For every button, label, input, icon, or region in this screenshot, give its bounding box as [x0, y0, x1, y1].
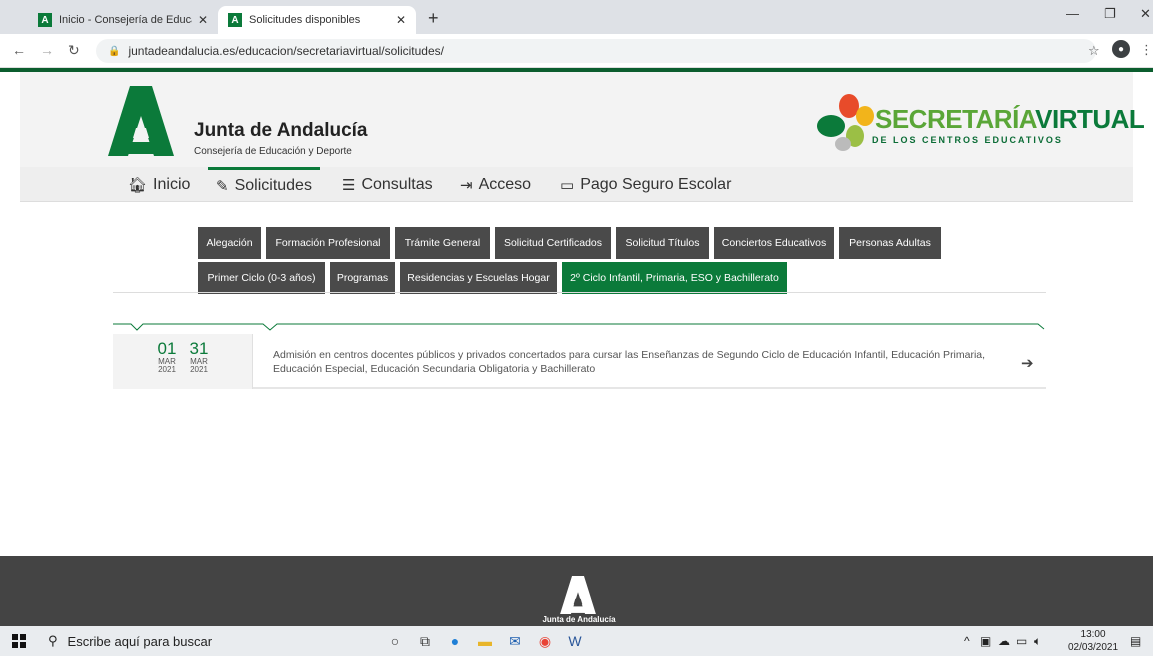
new-tab-icon[interactable]: +	[428, 8, 439, 29]
tab-title: Inicio - Consejería de Educación y	[59, 14, 192, 26]
category-conciertos-educativos[interactable]: Conciertos Educativos	[714, 227, 834, 259]
word-icon[interactable]: W	[566, 632, 584, 650]
reload-icon[interactable]: ↻	[68, 42, 80, 59]
url-input[interactable]: 🔒 juntadeandalucia.es/educacion/secretar…	[96, 39, 1096, 63]
entry-description[interactable]: Admisión en centros docentes públicos y …	[273, 348, 1013, 376]
search-placeholder: Escribe aquí para buscar	[67, 633, 213, 649]
tab-title: Solicitudes disponibles	[249, 14, 361, 26]
close-tab-icon[interactable]: ✕	[198, 13, 208, 27]
category-segundo-ciclo-active[interactable]: 2º Ciclo Infantil, Primaria, ESO y Bachi…	[562, 262, 787, 294]
close-window-icon[interactable]: ✕	[1140, 6, 1151, 22]
cortana-icon[interactable]: ○	[386, 632, 404, 650]
divider	[113, 292, 1046, 293]
home-icon: 🏠︎	[128, 176, 148, 194]
task-view-icon[interactable]: ⧉	[416, 632, 434, 650]
footer-text: Junta de Andalucía	[542, 615, 616, 624]
brand-title: Junta de Andalucía	[194, 120, 368, 141]
edge-icon[interactable]: ●	[446, 632, 464, 650]
forward-icon[interactable]: →	[40, 42, 54, 58]
junta-logo-icon[interactable]	[108, 86, 174, 156]
address-bar: ← → ↻ 🔒 juntadeandalucia.es/educacion/se…	[0, 34, 1153, 68]
pencil-icon: ✎	[216, 178, 229, 195]
close-tab-icon[interactable]: ✕	[396, 13, 406, 27]
page: Junta de Andalucía Consejería de Educaci…	[0, 72, 1153, 556]
url-text: juntadeandalucia.es/educacion/secretaria…	[128, 44, 444, 58]
category-residencias[interactable]: Residencias y Escuelas Hogar	[400, 262, 557, 294]
file-explorer-icon[interactable]: ▬	[476, 632, 494, 650]
more-menu-icon[interactable]: ⋮	[1140, 42, 1153, 58]
category-tramite-general[interactable]: Trámite General	[395, 227, 490, 259]
entry-dates: 01 MAR 2021 31 MAR 2021	[113, 334, 253, 389]
brand-subtitle: Consejería de Educación y Deporte	[194, 146, 352, 157]
taskbar: ⚲ Escribe aquí para buscar ○ ⧉ ● ▬ ✉ ◉ W…	[0, 626, 1153, 656]
restore-icon[interactable]: ❐	[1104, 6, 1116, 22]
volume-icon[interactable]: 🔈︎	[1034, 634, 1041, 649]
tray-chevron-icon[interactable]: ^	[964, 634, 970, 648]
minimize-icon[interactable]: —	[1066, 6, 1079, 21]
menu-acceso[interactable]: ⇥ Acceso	[460, 167, 531, 202]
taskbar-search[interactable]: ⚲ Escribe aquí para buscar	[48, 629, 348, 653]
menu-inicio[interactable]: 🏠︎ Inicio	[128, 167, 190, 202]
browser-tab-inicio[interactable]: A Inicio - Consejería de Educación y ✕	[28, 6, 218, 34]
solicitud-entry[interactable]: 01 MAR 2021 31 MAR 2021 Admisión en cent…	[113, 334, 1046, 389]
browser-tab-solicitudes[interactable]: A Solicitudes disponibles ✕	[218, 6, 416, 34]
sign-in-icon: ⇥	[460, 176, 473, 194]
taskbar-clock[interactable]: 13:00 02/03/2021	[1068, 628, 1118, 654]
bookmark-star-icon[interactable]: ☆	[1088, 43, 1100, 59]
tray-app-icon[interactable]: ▣	[980, 634, 991, 648]
end-date: 31 MAR 2021	[189, 339, 209, 374]
browser-tab-bar: A Inicio - Consejería de Educación y ✕ A…	[0, 0, 1153, 34]
windows-start-icon[interactable]	[12, 634, 26, 648]
category-alegacion[interactable]: Alegación	[198, 227, 261, 259]
category-solicitud-certificados[interactable]: Solicitud Certificados	[495, 227, 611, 259]
junta-favicon-icon: A	[228, 13, 242, 27]
menu-consultas[interactable]: ☰ Consultas	[342, 167, 433, 202]
notifications-icon[interactable]: ▤	[1130, 634, 1141, 648]
secretaria-virtual-title: SECRETARÍAVIRTUAL	[875, 104, 1145, 134]
account-icon[interactable]: ●	[1112, 40, 1130, 58]
category-personas-adultas[interactable]: Personas Adultas	[839, 227, 941, 259]
secretaria-virtual-subtitle: DE LOS CENTROS EDUCATIVOS	[872, 135, 1063, 145]
menu-solicitudes[interactable]: ✎ Solicitudes	[208, 167, 320, 202]
junta-favicon-icon: A	[38, 13, 52, 27]
onedrive-icon[interactable]: ☁	[998, 634, 1010, 648]
back-icon[interactable]: ←	[12, 42, 26, 58]
list-icon: ☰	[342, 176, 356, 194]
main-menu: 🏠︎ Inicio ✎ Solicitudes ☰ Consultas ⇥ Acceso…	[20, 167, 1133, 202]
category-solicitud-titulos[interactable]: Solicitud Títulos	[616, 227, 709, 259]
site-footer: Junta de Andalucía	[0, 556, 1153, 626]
secretaria-virtual-logo-icon[interactable]	[815, 92, 875, 152]
start-date: 01 MAR 2021	[157, 339, 177, 374]
network-icon[interactable]: ▭	[1016, 634, 1027, 648]
category-programas[interactable]: Programas	[330, 262, 395, 294]
category-formacion-profesional[interactable]: Formación Profesional	[266, 227, 390, 259]
chrome-icon[interactable]: ◉	[536, 632, 554, 650]
credit-card-icon: ▭	[560, 176, 575, 194]
mail-icon[interactable]: ✉	[506, 632, 524, 650]
lock-icon: 🔒	[108, 45, 121, 57]
site-header: Junta de Andalucía Consejería de Educaci…	[20, 72, 1145, 167]
menu-pago-seguro-escolar[interactable]: ▭ Pago Seguro Escolar	[560, 167, 731, 202]
junta-footer-logo-icon[interactable]	[560, 576, 596, 614]
category-primer-ciclo[interactable]: Primer Ciclo (0-3 años)	[198, 262, 325, 294]
search-icon: ⚲	[48, 633, 58, 648]
sign-in-arrow-icon[interactable]: ➔	[1021, 354, 1034, 372]
timeline-decoration	[113, 323, 1045, 331]
